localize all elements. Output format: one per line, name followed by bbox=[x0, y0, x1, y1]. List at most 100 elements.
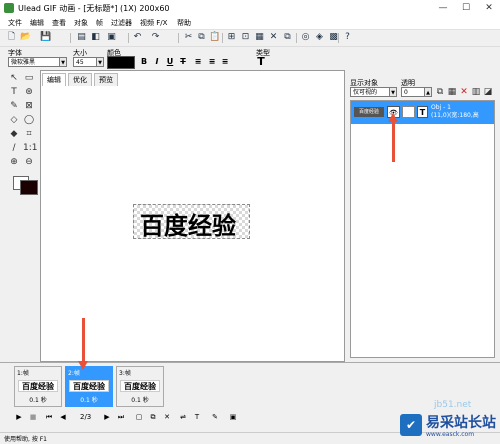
main-toolbar: 🗋 📂 💾 ▤ ◧ ▣ ↶ ↷ ✂ ⧉ 📋 ⊞ ⊡ ▦ ✕ ⧉ ◎ ◈ ▩ ? bbox=[0, 30, 500, 47]
cut-icon[interactable]: ✂ bbox=[183, 32, 194, 43]
image-size-icon[interactable]: ⊞ bbox=[226, 32, 237, 43]
transform-tool-icon[interactable]: ⊛ bbox=[23, 86, 35, 98]
font-select[interactable]: 微软雅黑 bbox=[8, 57, 60, 67]
redo-icon[interactable]: ↷ bbox=[150, 32, 161, 43]
display-objects-select[interactable]: 仅可视的 bbox=[350, 87, 390, 97]
tab-edit[interactable]: 编辑 bbox=[42, 73, 66, 86]
lock-toggle[interactable] bbox=[402, 106, 415, 118]
select-tool-icon[interactable]: ▭ bbox=[23, 72, 35, 84]
text-banner-icon[interactable]: T bbox=[192, 412, 202, 422]
brush-tool-icon[interactable]: ✎ bbox=[8, 100, 20, 112]
opacity-input[interactable]: 0 bbox=[401, 87, 425, 97]
text-type-icon[interactable]: T bbox=[256, 56, 266, 67]
eraser-tool-icon[interactable]: ◇ bbox=[8, 114, 20, 126]
delete-frame-icon[interactable]: ✕ bbox=[162, 412, 172, 422]
minimize-button[interactable]: — bbox=[432, 0, 454, 16]
object-thumbnail: 百度经验 bbox=[354, 107, 384, 117]
previous-frame-icon[interactable]: ◀ bbox=[58, 412, 68, 422]
context-help-icon[interactable]: ? bbox=[342, 32, 353, 43]
undo-icon[interactable]: ↶ bbox=[132, 32, 143, 43]
maximize-button[interactable]: ☐ bbox=[455, 0, 477, 16]
text-color-swatch[interactable] bbox=[107, 56, 135, 69]
underline-button[interactable]: U bbox=[165, 57, 175, 67]
frame-image: 百度经验 bbox=[18, 380, 58, 392]
text-tool-icon[interactable]: T bbox=[8, 86, 20, 98]
toolbar-separator bbox=[178, 33, 179, 43]
font-value: 微软雅黑 bbox=[11, 59, 36, 66]
size-select[interactable]: 45 bbox=[73, 57, 97, 67]
menu-object[interactable]: 对象 bbox=[74, 18, 88, 28]
frame-thumbnail-selected[interactable]: 2:帧 百度经验 0.1 秒 bbox=[65, 366, 113, 407]
pointer-tool-icon[interactable]: ↖ bbox=[8, 72, 20, 84]
delete-object-icon[interactable]: ✕ bbox=[458, 86, 470, 98]
frame-thumbnail[interactable]: 3:帧 百度经验 0.1 秒 bbox=[116, 366, 164, 407]
chevron-down-icon[interactable]: ▼ bbox=[59, 57, 67, 67]
tab-preview[interactable]: 预览 bbox=[94, 73, 118, 86]
last-frame-icon[interactable]: ⏭ bbox=[116, 412, 126, 422]
globe-icon[interactable]: ◎ bbox=[300, 32, 311, 43]
actual-size-tool-icon[interactable]: 1:1 bbox=[23, 142, 37, 154]
open-folder-icon[interactable]: 📂 bbox=[20, 32, 31, 43]
menu-frame[interactable]: 帧 bbox=[96, 18, 103, 28]
merge-object-icon[interactable]: ◪ bbox=[482, 86, 494, 98]
first-frame-icon[interactable]: ⏮ bbox=[44, 412, 54, 422]
tab-optimize[interactable]: 优化 bbox=[68, 73, 92, 86]
foreground-color-swatch[interactable] bbox=[20, 180, 38, 195]
annotation-arrow bbox=[82, 318, 85, 362]
new-file-icon[interactable]: 🗋 bbox=[6, 32, 17, 43]
align-left-icon[interactable]: ≡ bbox=[193, 57, 203, 67]
frame-settings-icon[interactable]: ▣ bbox=[228, 412, 238, 422]
opacity-spinner[interactable]: ▲ bbox=[424, 87, 432, 97]
chevron-down-icon[interactable]: ▼ bbox=[389, 87, 397, 97]
group-object-icon[interactable]: ▦ bbox=[446, 86, 458, 98]
menu-file[interactable]: 文件 bbox=[8, 18, 22, 28]
menu-filter[interactable]: 过滤器 bbox=[111, 18, 132, 28]
zoom-in-icon[interactable]: ⊕ bbox=[8, 156, 20, 168]
align-right-icon[interactable]: ≡ bbox=[220, 57, 230, 67]
align-center-icon[interactable]: ≡ bbox=[207, 57, 217, 67]
browser-icon[interactable]: ◧ bbox=[90, 32, 101, 43]
chevron-down-icon[interactable]: ▼ bbox=[96, 57, 104, 67]
frame-image: 百度经验 bbox=[120, 380, 160, 392]
zoom-out-icon[interactable]: ⊖ bbox=[23, 156, 35, 168]
play-icon[interactable]: ▶ bbox=[14, 412, 24, 422]
opacity-value: 0 bbox=[404, 89, 408, 96]
frame-thumbnail[interactable]: 1:帧 百度经验 0.1 秒 bbox=[14, 366, 62, 407]
frame-properties-icon[interactable]: ✎ bbox=[210, 412, 220, 422]
delete-icon[interactable]: ✕ bbox=[268, 32, 279, 43]
duplicate-object-icon[interactable]: ⧉ bbox=[434, 86, 446, 98]
paste-icon[interactable]: 📋 bbox=[209, 32, 220, 43]
duplicate-frame-icon[interactable]: ⧉ bbox=[148, 412, 158, 422]
tween-icon[interactable]: ⇌ bbox=[178, 412, 188, 422]
menu-video-fx[interactable]: 视频 F/X bbox=[140, 18, 167, 28]
object-info: Obj - 1 (11,0)(宽:180,高 bbox=[431, 104, 493, 120]
strikethrough-button[interactable]: T bbox=[178, 57, 188, 67]
save-icon[interactable]: 💾 bbox=[40, 32, 51, 43]
next-frame-icon[interactable]: ▶ bbox=[102, 412, 112, 422]
fill-tool-icon[interactable]: ◆ bbox=[8, 128, 20, 140]
shape-tool-icon[interactable]: ⊠ bbox=[23, 100, 35, 112]
eyedropper-tool-icon[interactable]: ∕ bbox=[8, 142, 20, 154]
add-frame-icon[interactable]: ▢ bbox=[134, 412, 144, 422]
menu-edit[interactable]: 编辑 bbox=[30, 18, 44, 28]
canvas-text-object[interactable]: 百度经验 bbox=[140, 206, 236, 241]
object-properties-icon[interactable]: ▥ bbox=[470, 86, 482, 98]
copy-icon[interactable]: ⧉ bbox=[196, 32, 207, 43]
crop-tool-icon[interactable]: ⌗ bbox=[23, 128, 35, 140]
color-icon[interactable]: ◈ bbox=[314, 32, 325, 43]
close-button[interactable]: ✕ bbox=[478, 0, 500, 16]
add-images-icon[interactable]: ▣ bbox=[106, 32, 117, 43]
frame-delay: 0.1 秒 bbox=[29, 397, 47, 404]
menu-view[interactable]: 查看 bbox=[52, 18, 66, 28]
crop-icon[interactable]: ⊡ bbox=[240, 32, 251, 43]
stop-icon[interactable]: ■ bbox=[28, 412, 38, 422]
bold-button[interactable]: B bbox=[139, 57, 149, 67]
watermark-partial: jb51.net bbox=[434, 400, 472, 410]
menu-help[interactable]: 帮助 bbox=[177, 18, 191, 28]
lasso-tool-icon[interactable]: ◯ bbox=[23, 114, 35, 126]
duplicate-icon[interactable]: ⧉ bbox=[282, 32, 293, 43]
print-icon[interactable]: ▤ bbox=[76, 32, 87, 43]
toolbar-separator bbox=[296, 33, 297, 43]
frame-properties-icon[interactable]: ▦ bbox=[254, 32, 265, 43]
italic-button[interactable]: I bbox=[152, 57, 162, 67]
